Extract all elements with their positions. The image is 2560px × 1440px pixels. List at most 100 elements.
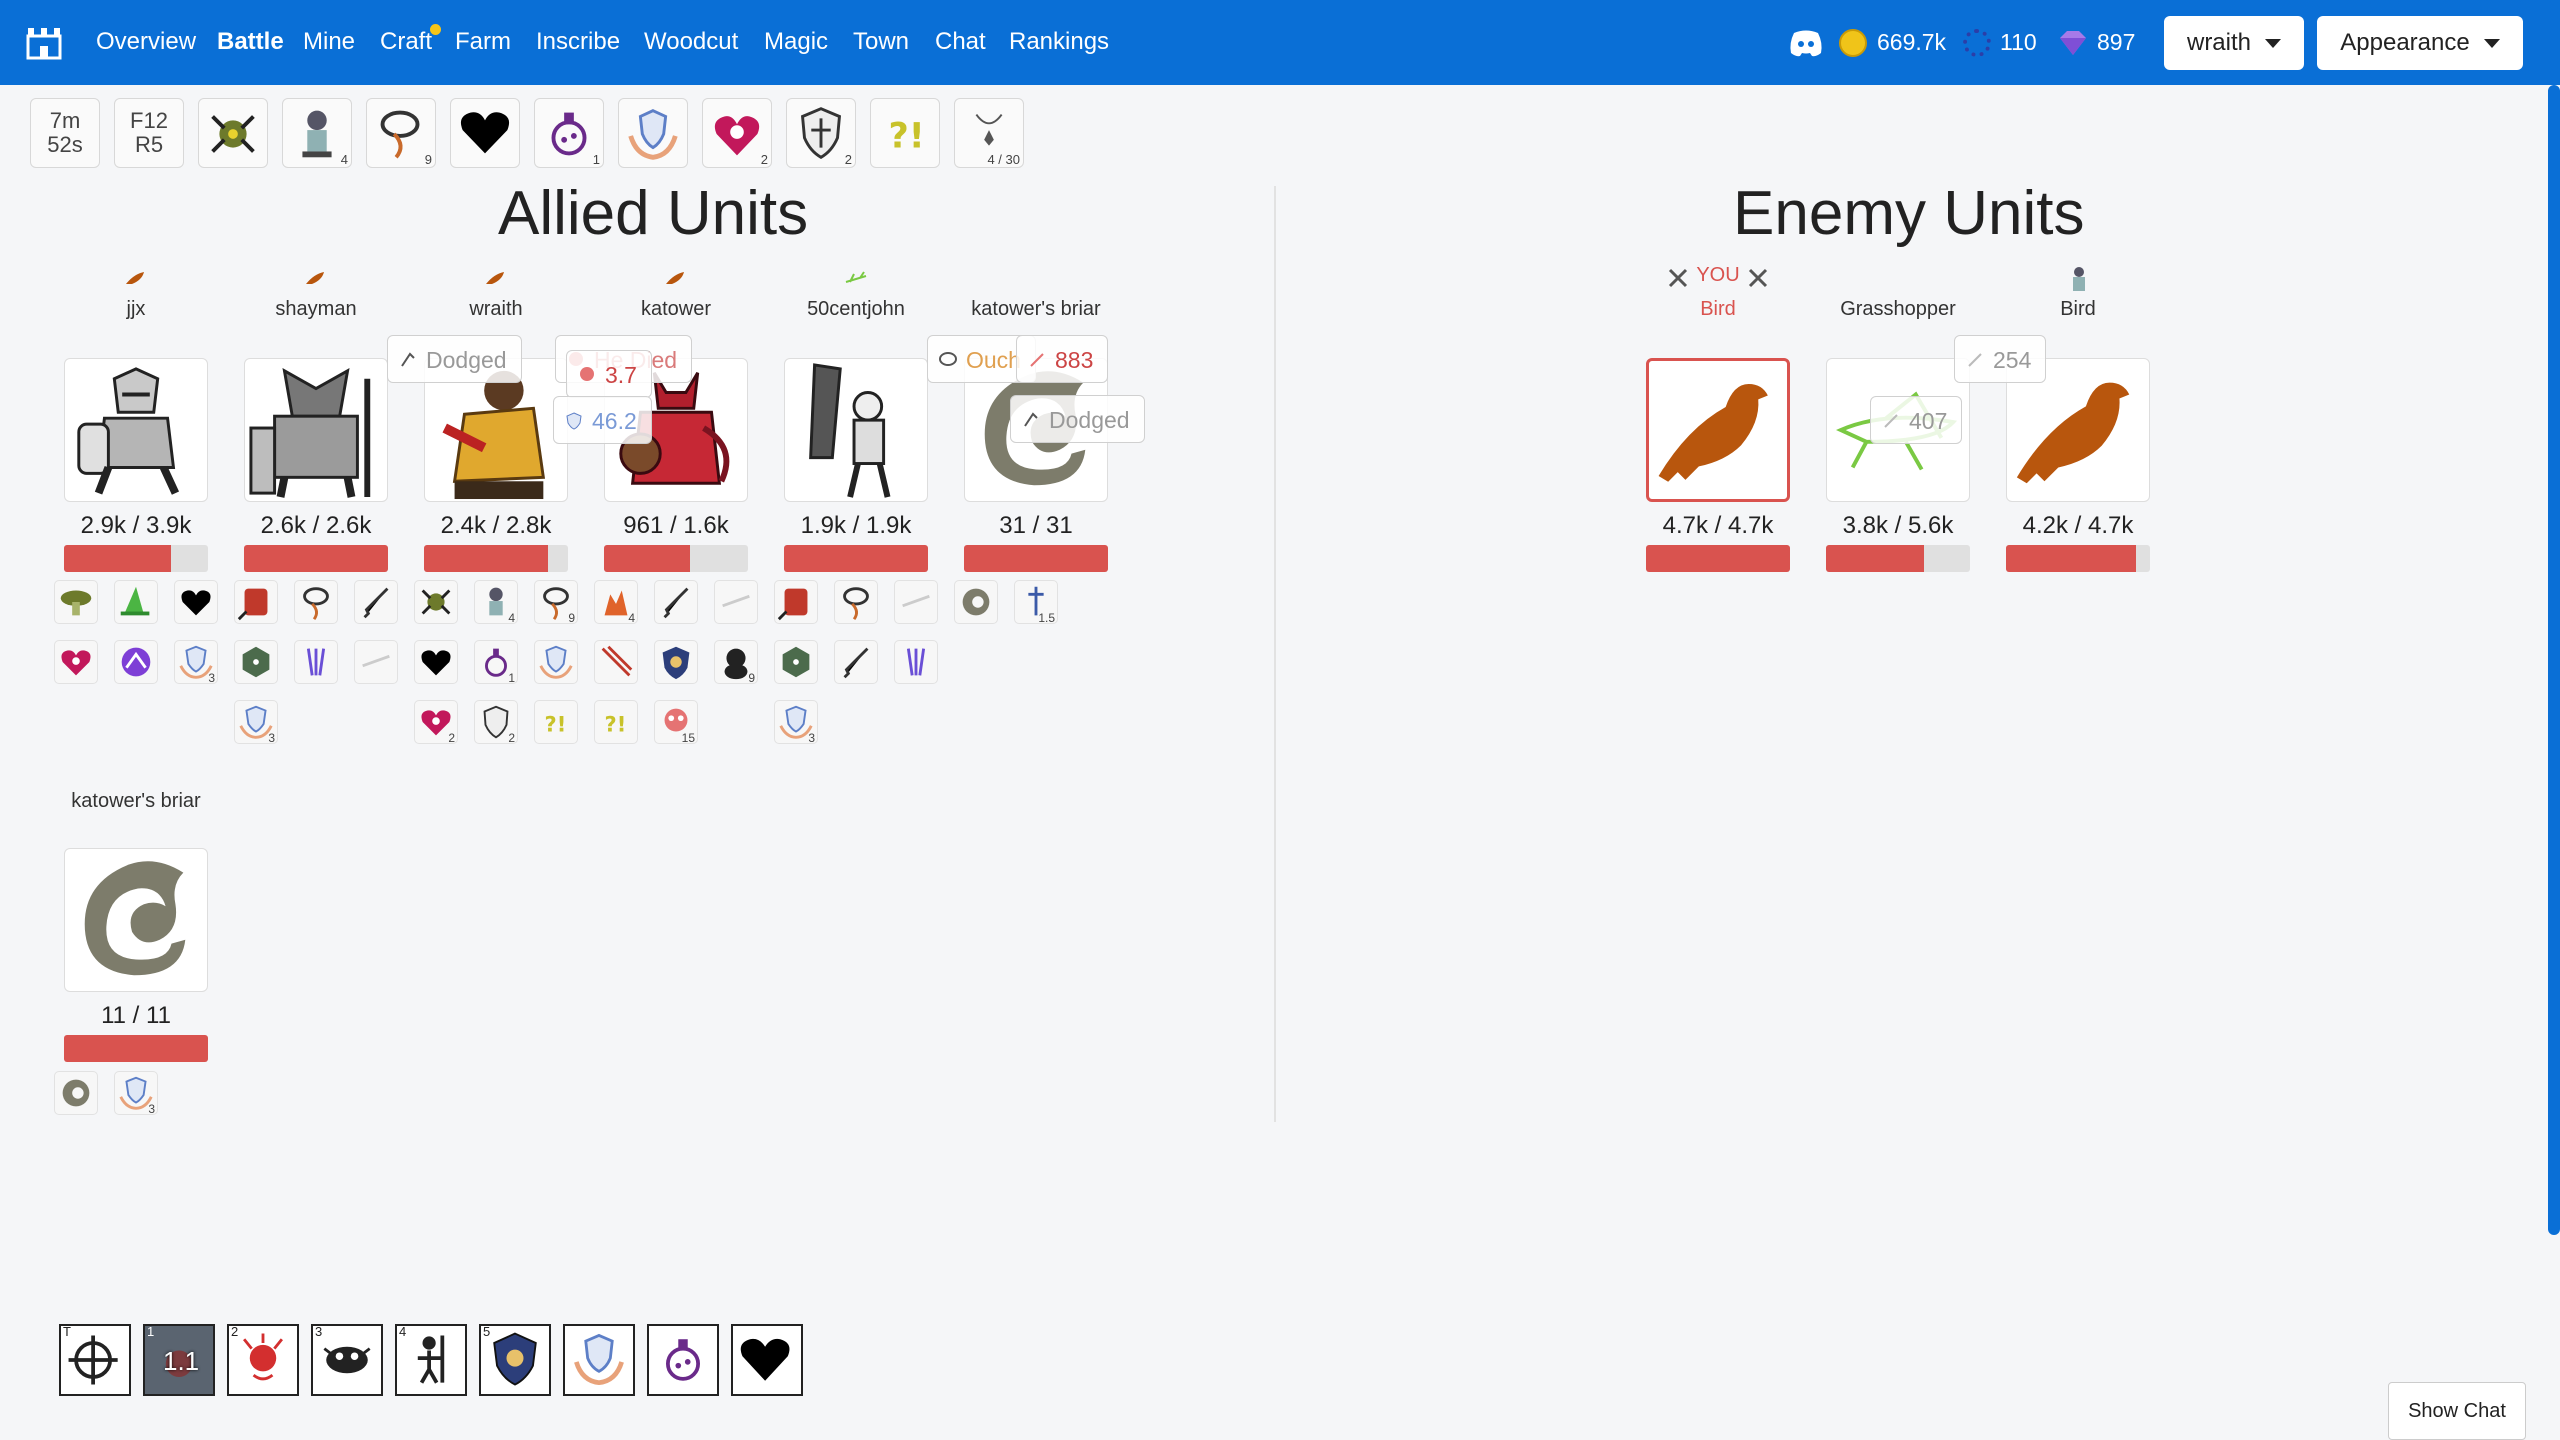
strip-buff-beetle[interactable] [198,98,268,168]
buff-chip[interactable]: 3 [174,640,218,685]
buff-chip[interactable] [234,580,278,624]
sword-icon [663,587,689,619]
buff-chip[interactable] [54,580,98,624]
show-chat-button[interactable]: Show Chat [2388,1382,2526,1440]
buff-chip[interactable] [354,580,398,624]
hotbar-slot-heart[interactable] [731,1324,803,1396]
buff-chip[interactable]: 1 [474,640,518,685]
chip-count: 1.5 [1038,611,1055,625]
hp-bar-fill [604,545,691,572]
hotkey-label: 4 [399,1324,407,1339]
buff-chip[interactable] [54,1071,98,1115]
buff-chip[interactable] [234,640,278,684]
nav-battle[interactable]: Battle [217,22,284,62]
enemy-hp-bar [2006,545,2150,572]
buff-chip[interactable]: ?! [534,700,578,744]
ally-name-50centjohn: 50centjohn [807,298,905,320]
guardian-shield-icon [662,646,690,680]
buff-chip[interactable] [834,580,878,624]
buff-chip[interactable] [54,640,98,684]
nav-overview[interactable]: Overview [96,22,196,62]
buff-chip[interactable] [174,580,218,624]
user-dropdown-button[interactable]: wraith [2164,16,2304,70]
strip-buff-shield[interactable]: 2 [786,98,856,168]
summon-hp-text: 11 / 11 [101,1002,171,1029]
strip-buff-heart[interactable] [450,98,520,168]
castle-logo-icon[interactable] [24,22,64,62]
discord-icon[interactable] [1788,28,1824,58]
buff-chip[interactable]: 15 [654,700,698,745]
buff-chip[interactable] [774,640,818,684]
buff-chip[interactable] [834,640,878,684]
strip-buff-confusion[interactable]: ?! [870,98,940,168]
buff-chip[interactable] [594,640,638,684]
buff-chip[interactable] [774,580,818,624]
buff-chip[interactable]: 9 [714,640,758,685]
buff-chip[interactable]: 2 [474,700,518,745]
buff-chip[interactable]: 4 [474,580,518,625]
nav-farm[interactable]: Farm [455,22,511,62]
buff-chip[interactable] [714,580,758,624]
buff-chip[interactable] [654,640,698,684]
gem-amount: 897 [2097,29,2136,55]
appearance-dropdown-button[interactable]: Appearance [2317,16,2523,70]
summon-portrait[interactable] [64,848,208,992]
floor-label: F12 [130,108,168,133]
hotbar-slot-4[interactable]: 4 [395,1324,467,1396]
buff-chip[interactable] [114,640,158,684]
hotbar-slot-shield-hands[interactable] [563,1324,635,1396]
buff-chip[interactable] [414,580,458,624]
buff-chip[interactable] [294,640,338,684]
buff-chip[interactable] [894,640,938,684]
buff-chip[interactable]: ?! [594,700,638,744]
buff-chip[interactable]: 3 [774,700,818,745]
nav-town[interactable]: Town [853,22,909,62]
ally-portrait-jjx[interactable] [64,358,208,502]
appearance-dropdown-label: Appearance [2340,29,2470,56]
strip-buff-flower-heart[interactable]: 2 [702,98,772,168]
enemy-portrait-bird-selected[interactable] [1646,358,1790,502]
nav-magic[interactable]: Magic [764,22,828,62]
chip-count: 2 [508,731,515,745]
hotbar-slot-1[interactable]: 1 1.1 [143,1324,215,1396]
hotbar-target-slot[interactable]: T [59,1324,131,1396]
buff-chip[interactable]: 3 [114,1071,158,1116]
speech-bubble-icon [939,352,957,366]
chip-count: 1 [508,671,515,685]
hotbar-slot-potion[interactable] [647,1324,719,1396]
enemy-name-grasshopper: Grasshopper [1840,298,1956,320]
hotbar-slot-3[interactable]: 3 [311,1324,383,1396]
buff-chip[interactable] [654,580,698,624]
buff-chip[interactable]: 3 [234,700,278,745]
buff-chip[interactable]: 1.5 [1014,580,1058,625]
nav-inscribe[interactable]: Inscribe [536,22,620,62]
buff-chip[interactable] [894,580,938,624]
buff-chip[interactable] [534,640,578,684]
lasso-icon [303,587,329,621]
nav-woodcut[interactable]: Woodcut [644,22,738,62]
nav-rankings[interactable]: Rankings [1009,22,1109,62]
scrollbar[interactable] [2548,85,2560,1235]
buff-chip[interactable] [294,580,338,624]
buff-chip[interactable]: 4 [594,580,638,625]
hotbar-slot-2[interactable]: 2 [227,1324,299,1396]
hotbar-slot-5[interactable]: 5 [479,1324,551,1396]
buff-chip[interactable] [354,640,398,684]
nav-mine[interactable]: Mine [303,22,355,62]
nav-craft[interactable]: Craft [380,22,432,62]
strip-buff-rope[interactable]: 9 [366,98,436,168]
shield-hands-icon [539,645,573,679]
ally-portrait-50centjohn[interactable] [784,358,928,502]
strip-buff-shield-hands[interactable] [618,98,688,168]
strip-buff-potion[interactable]: 1 [534,98,604,168]
ally-portrait-shayman[interactable] [244,358,388,502]
enemy-hp-text: 3.8k / 5.6k [1842,512,1954,539]
buff-chip[interactable] [114,580,158,624]
buff-chip[interactable]: 9 [534,580,578,625]
buff-chip[interactable]: 2 [414,700,458,745]
buff-chip[interactable] [954,580,998,624]
buff-chip[interactable] [414,640,458,684]
strip-buff-knight[interactable]: 4 [282,98,352,168]
strip-buff-amulet[interactable]: 4 / 30 [954,98,1024,168]
nav-chat[interactable]: Chat [935,22,986,62]
